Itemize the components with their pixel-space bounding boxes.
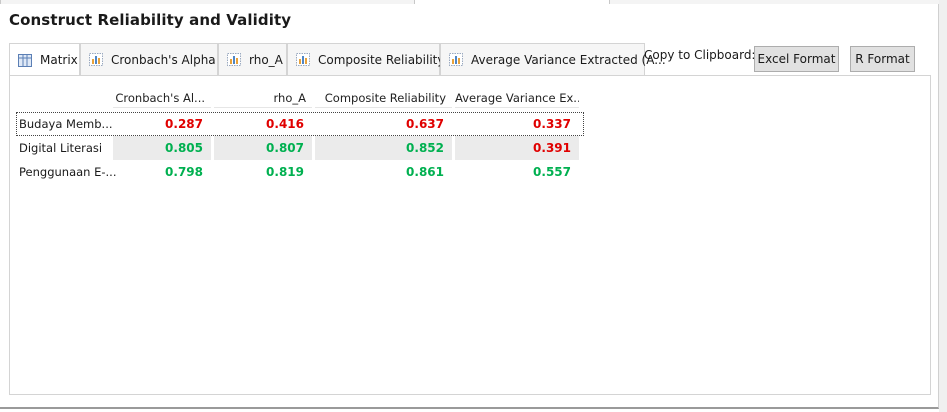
row-label: Budaya Memb... (19, 117, 113, 131)
tab-composite-reliability-label: Composite Reliability (318, 52, 445, 67)
matrix-view: Cronbach's Al... rho_A Composite Reliabi… (9, 75, 931, 395)
scrollbar-gutter (939, 0, 947, 412)
column-header-cronbachs-alpha[interactable]: Cronbach's Al... (113, 88, 211, 108)
tab-rho-a-label: rho_A (249, 52, 283, 67)
row-label: Digital Literasi (19, 141, 103, 155)
bar-chart-icon (227, 53, 241, 66)
tab-cronbachs-alpha[interactable]: Cronbach's Alpha (80, 43, 218, 75)
tab-matrix[interactable]: Matrix (9, 43, 80, 76)
bar-chart-icon (449, 53, 463, 66)
tab-rho-a[interactable]: rho_A (218, 43, 287, 75)
row-label: Penggunaan E-... (19, 165, 117, 179)
table-row[interactable]: Penggunaan E-... 0.798 0.819 0.861 0.557 (16, 160, 584, 184)
table-row[interactable]: Digital Literasi 0.805 0.807 0.852 0.391 (16, 136, 584, 160)
copy-to-clipboard-label: Copy to Clipboard: (644, 48, 756, 62)
column-header-average-variance-extracted[interactable]: Average Variance Ex... (455, 88, 579, 108)
tab-average-variance-extracted-label: Average Variance Extracted (A... (471, 52, 666, 67)
excel-format-button[interactable]: Excel Format (754, 46, 839, 72)
table-cell[interactable]: 0.805 (113, 136, 211, 160)
tab-cronbachs-alpha-label: Cronbach's Alpha (111, 52, 216, 67)
table-cell[interactable]: 0.391 (455, 136, 579, 160)
table-cell[interactable]: 0.861 (315, 160, 452, 184)
column-header-composite-reliability[interactable]: Composite Reliability (315, 88, 452, 108)
table-cell[interactable]: 0.637 (315, 112, 452, 136)
bar-chart-icon (89, 53, 103, 66)
table-cell[interactable]: 0.819 (214, 160, 312, 184)
table-row[interactable]: Budaya Memb... 0.287 0.416 0.637 0.337 (16, 112, 584, 136)
table-cell[interactable]: 0.337 (455, 112, 579, 136)
table-cell[interactable]: 0.287 (113, 112, 211, 136)
bar-chart-icon (296, 53, 310, 66)
table-cell[interactable]: 0.807 (214, 136, 312, 160)
table-cell[interactable]: 0.852 (315, 136, 452, 160)
table-cell[interactable]: 0.798 (113, 160, 211, 184)
matrix-icon (18, 53, 32, 67)
table-cell[interactable]: 0.416 (214, 112, 312, 136)
tab-matrix-label: Matrix (40, 53, 78, 67)
r-format-button[interactable]: R Format (850, 46, 915, 72)
tab-composite-reliability[interactable]: Composite Reliability (287, 43, 445, 75)
column-header-rho-a[interactable]: rho_A (214, 88, 312, 108)
table-cell[interactable]: 0.557 (455, 160, 579, 184)
tab-average-variance-extracted[interactable]: Average Variance Extracted (A... (440, 43, 666, 75)
page-title: Construct Reliability and Validity (9, 11, 292, 29)
